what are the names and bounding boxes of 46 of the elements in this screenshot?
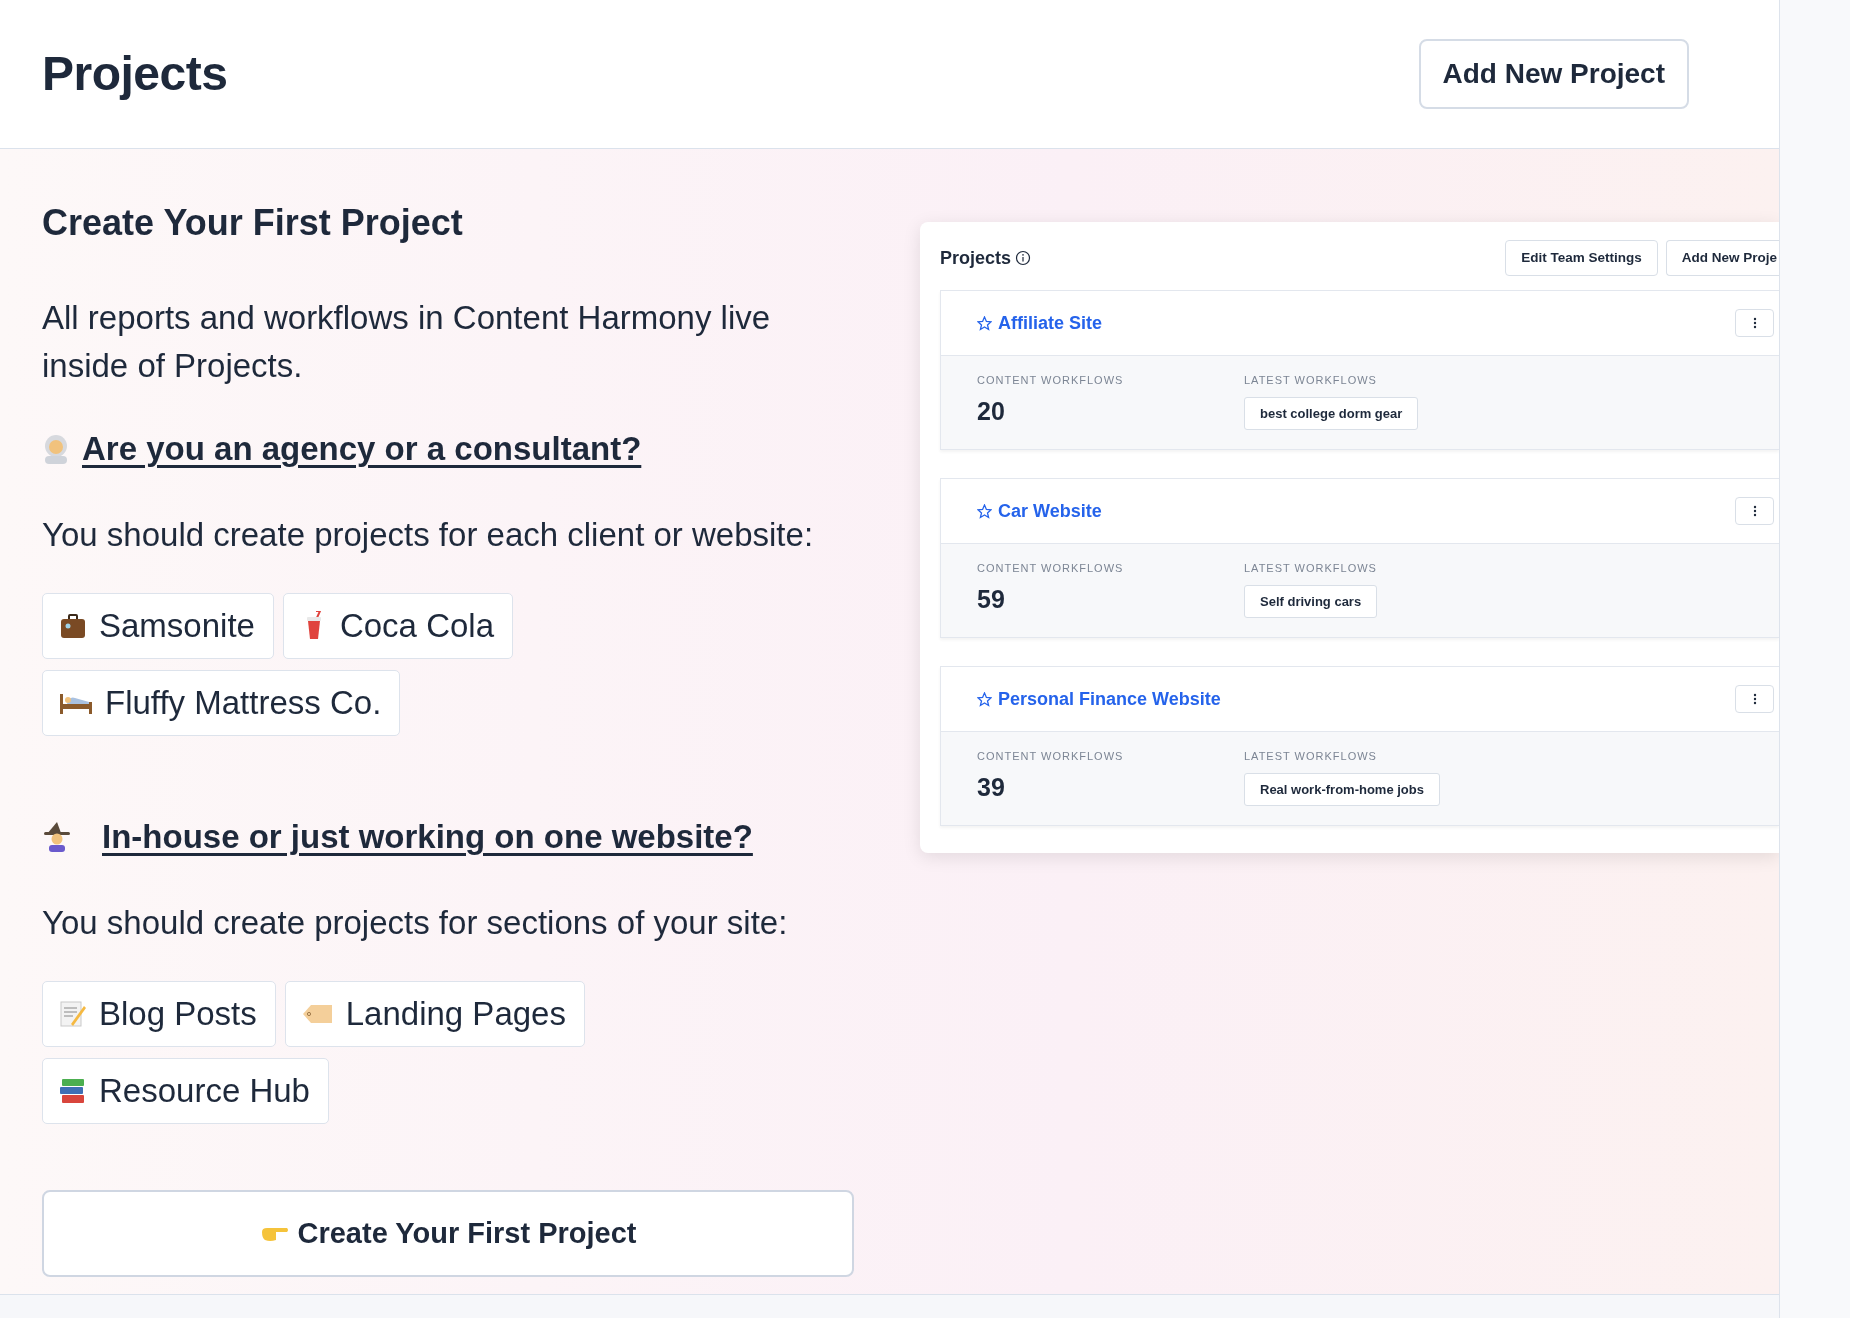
add-project-button[interactable]: Add New Proje — [1665, 240, 1779, 277]
stat-label: CONTENT WORKFLOWS — [977, 561, 1125, 577]
intro-paragraph: All reports and workflows in Content Harmony live inside of Projects. — [42, 298, 772, 387]
add-new-project-button[interactable]: Add New Project — [1418, 39, 1689, 109]
project-name-link[interactable]: Personal Finance Website — [977, 685, 1221, 713]
stat-label: LATEST WORKFLOWS — [1244, 561, 1378, 577]
project-name-link[interactable]: Affiliate Site — [977, 309, 1103, 337]
description-text: You should create projects for sections of your site: — [42, 902, 789, 943]
workflow-tag[interactable]: Self driving cars — [1244, 584, 1378, 619]
tag-icon — [301, 1003, 334, 1026]
example-chip: Coca Cola — [282, 593, 513, 660]
kebab-icon — [1752, 317, 1757, 330]
description-text: You should create projects for each client or website: — [42, 514, 815, 555]
witch-icon — [42, 821, 72, 852]
more-options-button[interactable] — [1735, 497, 1774, 526]
kebab-icon — [1752, 693, 1757, 706]
workflow-count: 39 — [977, 771, 1006, 803]
example-chip: Fluffy Mattress Co. — [42, 670, 401, 737]
example-chip: Resource Hub — [42, 1058, 329, 1125]
example-chip: Blog Posts — [42, 981, 276, 1048]
more-options-button[interactable] — [1735, 309, 1774, 338]
edit-team-settings-button[interactable]: Edit Team Settings — [1505, 240, 1658, 277]
panel-title: Projects — [940, 246, 1012, 270]
kebab-icon — [1752, 505, 1757, 518]
section-heading: Create Your First Project — [42, 201, 464, 245]
books-icon — [59, 1077, 87, 1106]
project-name-link[interactable]: Car Website — [977, 497, 1102, 525]
stat-label: CONTENT WORKFLOWS — [977, 373, 1125, 389]
question-link[interactable]: Are you an agency or a consultant? — [82, 424, 642, 474]
info-icon — [1015, 250, 1032, 267]
workflow-tag[interactable]: Real work-from-home jobs — [1244, 772, 1440, 807]
astronaut-icon — [42, 433, 70, 464]
workflow-count: 20 — [977, 395, 1006, 427]
example-chip: Samsonite — [42, 593, 274, 660]
page-title: Projects — [42, 46, 228, 103]
memo-icon — [59, 1000, 87, 1029]
workflow-tag[interactable]: best college dorm gear — [1244, 396, 1419, 431]
create-project-button[interactable]: Create Your First Project — [42, 1190, 854, 1278]
stat-label: LATEST WORKFLOWS — [1244, 373, 1378, 389]
stat-label: CONTENT WORKFLOWS — [977, 749, 1125, 765]
question-link[interactable]: In-house or just working on one website? — [102, 812, 753, 862]
example-chip: Landing Pages — [284, 981, 585, 1048]
workflow-count: 59 — [977, 583, 1006, 615]
stat-label: LATEST WORKFLOWS — [1244, 749, 1378, 765]
suitcase-icon — [59, 612, 87, 641]
more-options-button[interactable] — [1735, 685, 1774, 714]
